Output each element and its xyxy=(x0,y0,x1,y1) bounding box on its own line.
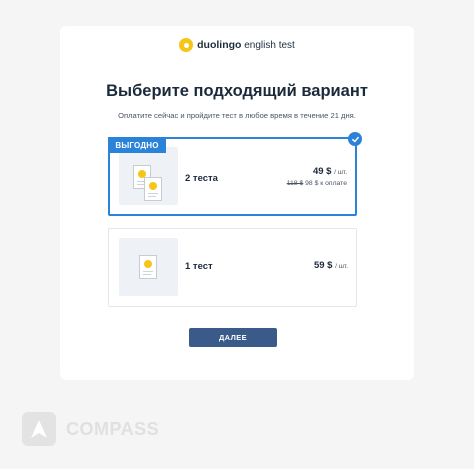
option-two-tests[interactable]: ВЫГОДНО 2 теста 49 $ / шт. 118 $ 98 $ к … xyxy=(108,137,357,216)
best-value-badge: ВЫГОДНО xyxy=(108,137,166,153)
brand-name-bold: duolingo xyxy=(197,39,242,51)
compass-watermark: COMPASS xyxy=(22,412,159,446)
compass-logo-icon xyxy=(22,412,56,446)
brand-header: duolingo english test xyxy=(60,38,414,52)
total-price: 98 $ к оплате xyxy=(305,180,347,187)
price-total: 118 $ 98 $ к оплате xyxy=(287,180,347,187)
option-one-test[interactable]: 1 тест 59 $ / шт. xyxy=(108,228,357,307)
option-label: 1 тест xyxy=(185,261,213,272)
brand-name: duolingo english test xyxy=(197,39,295,51)
purchase-card: duolingo english test Выберите подходящи… xyxy=(60,26,414,380)
option-price: 59 $ / шт. xyxy=(314,260,348,271)
brand-name-rest: english test xyxy=(241,40,295,51)
price-unit: / шт. xyxy=(334,169,347,176)
price-unit: / шт. xyxy=(335,263,348,270)
duolingo-logo-icon xyxy=(179,38,194,52)
option-label: 2 теста xyxy=(185,173,218,184)
next-button[interactable]: ДАЛЕЕ xyxy=(189,328,277,347)
page-title: Выберите подходящий вариант xyxy=(106,82,368,100)
price-value: 49 $ xyxy=(312,166,332,177)
certificate-thumbnail xyxy=(119,147,178,205)
page-subtitle: Оплатите сейчас и пройдите тест в любое … xyxy=(118,111,356,120)
certificate-icon xyxy=(139,255,157,279)
price-value: 59 $ xyxy=(313,260,333,271)
selected-check-icon xyxy=(348,132,362,146)
old-price: 118 $ xyxy=(286,180,304,187)
option-price: 49 $ / шт. xyxy=(313,166,347,177)
certificate-icon xyxy=(144,177,162,201)
watermark-text: COMPASS xyxy=(66,418,160,439)
certificate-thumbnail xyxy=(119,238,178,296)
